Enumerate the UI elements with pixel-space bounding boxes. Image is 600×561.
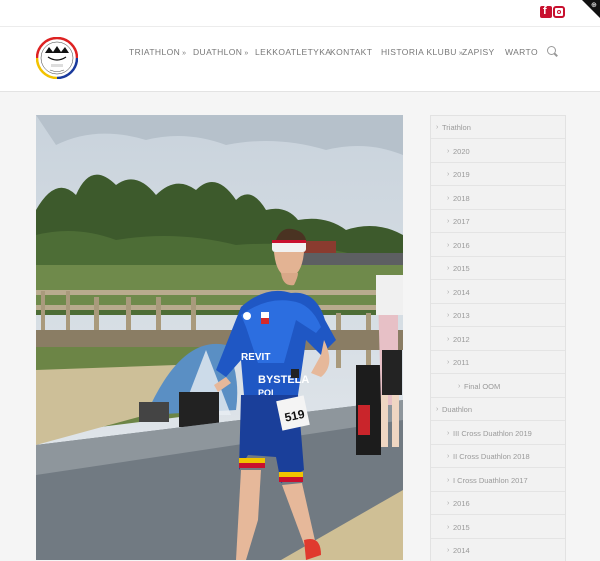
chevron-right-icon: › bbox=[447, 147, 450, 155]
chevron-right-icon: › bbox=[447, 476, 450, 484]
sidebar-item-final-oom[interactable]: › Final OOM bbox=[431, 375, 565, 398]
nav-zapisy-label: ZAPISY bbox=[462, 47, 495, 57]
sidebar-item-2012[interactable]: › 2012 bbox=[431, 328, 565, 351]
sidebar-item-2020[interactable]: › 2020 bbox=[431, 140, 565, 163]
sidebar-item-2018[interactable]: › 2018 bbox=[431, 187, 565, 210]
sidebar-item-i-cross-duathlon-2017[interactable]: › I Cross Duathlon 2017 bbox=[431, 469, 565, 492]
nav-kontakt[interactable]: KONTAKT bbox=[330, 47, 372, 57]
sidebar-item-iii-cross-duathlon-2019[interactable]: › III Cross Duathlon 2019 bbox=[431, 422, 565, 445]
sidebar-item-2013[interactable]: › 2013 bbox=[431, 304, 565, 327]
chevron-down-icon: » bbox=[244, 50, 249, 57]
sidebar-item-label: 2020 bbox=[453, 146, 470, 156]
hero-photo: REVIT BYSTELA POL 519 bbox=[36, 115, 403, 560]
chevron-right-icon: › bbox=[447, 265, 450, 272]
chevron-right-icon: › bbox=[447, 288, 450, 296]
sidebar-item-duathlon-2014[interactable]: › 2014 bbox=[431, 539, 565, 561]
chevron-right-icon: › bbox=[447, 547, 450, 554]
sidebar-item-label: 2016 bbox=[453, 240, 470, 250]
sidebar-item-label: 2013 bbox=[453, 311, 470, 320]
nav-lekkoatletyka[interactable]: LEKKOATLETYKA bbox=[255, 47, 331, 57]
chevron-right-icon: › bbox=[447, 312, 450, 319]
chevron-right-icon: › bbox=[447, 171, 450, 178]
sidebar-item-triathlon[interactable]: › Triathlon bbox=[431, 116, 565, 139]
sidebar-item-label: 2011 bbox=[453, 358, 470, 367]
sidebar-item-label: 2015 bbox=[453, 522, 470, 532]
sidebar-item-duathlon-2015[interactable]: › 2015 bbox=[431, 516, 565, 539]
sidebar-item-2011[interactable]: › 2011 bbox=[431, 351, 565, 374]
nav-triathlon[interactable]: TRIATHLON» bbox=[129, 47, 186, 57]
chevron-right-icon: › bbox=[447, 523, 450, 531]
logo-emblem-icon bbox=[35, 36, 79, 80]
chevron-right-icon: › bbox=[447, 335, 450, 343]
sidebar-item-label: Duathlon bbox=[442, 405, 473, 414]
sidebar-item-label: 2014 bbox=[453, 546, 470, 555]
sidebar-item-duathlon-2016[interactable]: › 2016 bbox=[431, 492, 565, 515]
chevron-down-icon: » bbox=[182, 50, 187, 57]
sidebar-item-label: Triathlon bbox=[442, 123, 471, 132]
sidebar-item-2014[interactable]: › 2014 bbox=[431, 281, 565, 304]
corner-badge[interactable]: ⊕ bbox=[582, 0, 600, 18]
nav-duathlon-label: DUATHLON bbox=[193, 47, 243, 57]
sidebar-item-2015[interactable]: › 2015 bbox=[431, 257, 565, 280]
runner-photo-image: REVIT BYSTELA POL 519 bbox=[36, 115, 403, 560]
sidebar-item-2019[interactable]: › 2019 bbox=[431, 163, 565, 186]
nav-warto-label: WARTO bbox=[505, 47, 539, 57]
search-icon[interactable] bbox=[547, 46, 556, 55]
nav-triathlon-label: TRIATHLON bbox=[129, 47, 181, 57]
nav-zapisy[interactable]: ZAPISY bbox=[462, 47, 495, 57]
sidebar-item-2016[interactable]: › 2016 bbox=[431, 234, 565, 257]
sidebar-item-label: 2012 bbox=[453, 334, 470, 344]
sidebar-item-label: III Cross Duathlon 2019 bbox=[453, 428, 532, 438]
chevron-right-icon: › bbox=[447, 453, 450, 460]
chevron-right-icon: › bbox=[436, 406, 439, 413]
sidebar-item-label: 2019 bbox=[453, 170, 470, 179]
chevron-right-icon: › bbox=[447, 194, 450, 202]
sidebar-item-label: 2015 bbox=[453, 264, 470, 273]
sidebar-item-label: 2017 bbox=[453, 217, 470, 226]
jersey-text-2: BYSTELA bbox=[258, 374, 309, 386]
sidebar-item-label: 2014 bbox=[453, 287, 470, 297]
chevron-right-icon: › bbox=[447, 429, 450, 437]
corner-badge-icon: ⊕ bbox=[591, 2, 597, 9]
sidebar-item-ii-cross-duathlon-2018[interactable]: › II Cross Duathlon 2018 bbox=[431, 445, 565, 468]
main-navbar: TRIATHLON» DUATHLON» LEKKOATLETYKA KONTA… bbox=[0, 27, 600, 92]
facebook-glyph: f bbox=[543, 5, 547, 17]
top-bar: f ⊕ bbox=[0, 0, 600, 27]
sidebar-item-label: Final OOM bbox=[464, 381, 501, 391]
sidebar-item-label: I Cross Duathlon 2017 bbox=[453, 475, 528, 485]
nav-kontakt-label: KONTAKT bbox=[330, 47, 373, 57]
jersey-text-1: REVIT bbox=[241, 352, 270, 363]
chevron-right-icon: › bbox=[447, 241, 450, 249]
sidebar-category-menu: › Triathlon › 2020 › 2019 › 2018 › 2017 › 2016… bbox=[430, 115, 566, 561]
chevron-right-icon: › bbox=[447, 218, 450, 225]
club-logo[interactable] bbox=[35, 36, 79, 80]
chevron-right-icon: › bbox=[447, 500, 450, 507]
nav-historia-klubu-label: HISTORIA KLUBU bbox=[381, 47, 457, 57]
instagram-icon[interactable] bbox=[553, 6, 565, 18]
nav-warto[interactable]: WARTO bbox=[505, 47, 538, 57]
nav-lekkoatletyka-label: LEKKOATLETYKA bbox=[255, 47, 332, 57]
sidebar-item-duathlon[interactable]: › Duathlon bbox=[431, 398, 565, 421]
facebook-icon[interactable]: f bbox=[540, 5, 552, 18]
nav-duathlon[interactable]: DUATHLON» bbox=[193, 47, 249, 57]
chevron-right-icon: › bbox=[447, 359, 450, 366]
sidebar-item-label: 2016 bbox=[453, 499, 470, 508]
chevron-right-icon: › bbox=[436, 124, 439, 131]
nav-historia-klubu[interactable]: HISTORIA KLUBU» bbox=[381, 47, 463, 57]
chevron-right-icon: › bbox=[458, 382, 461, 390]
sidebar-item-2017[interactable]: › 2017 bbox=[431, 210, 565, 233]
sidebar-item-label: II Cross Duathlon 2018 bbox=[453, 452, 530, 461]
sidebar-item-label: 2018 bbox=[453, 193, 470, 203]
